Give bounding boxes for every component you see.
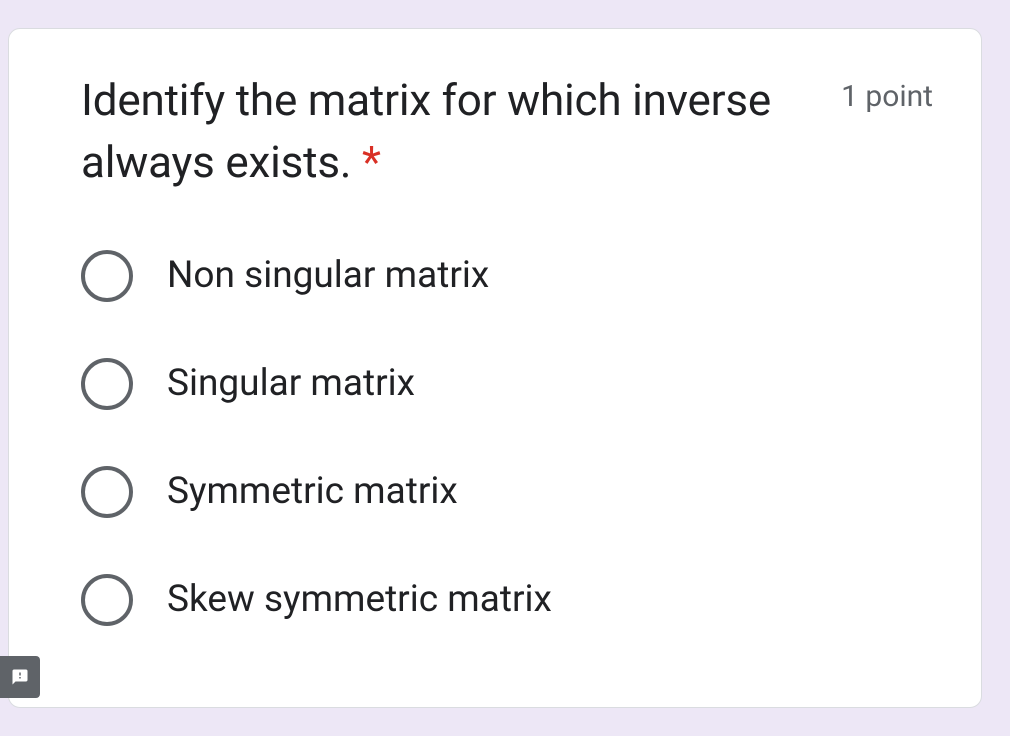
radio-icon xyxy=(81,466,133,518)
question-prompt: Identify the matrix for which inverse al… xyxy=(81,74,771,188)
option-label: Non singular matrix xyxy=(167,254,489,297)
option-non-singular[interactable]: Non singular matrix xyxy=(81,250,933,302)
alert-icon xyxy=(11,668,29,686)
option-skew-symmetric[interactable]: Skew symmetric matrix xyxy=(81,574,933,626)
radio-icon xyxy=(81,358,133,410)
option-symmetric[interactable]: Symmetric matrix xyxy=(81,466,933,518)
option-label: Singular matrix xyxy=(167,362,415,405)
report-button[interactable] xyxy=(0,656,40,698)
question-text: Identify the matrix for which inverse al… xyxy=(81,69,841,194)
options-group: Non singular matrix Singular matrix Symm… xyxy=(81,250,933,626)
option-label: Symmetric matrix xyxy=(167,470,458,513)
required-asterisk: * xyxy=(362,136,381,188)
question-points: 1 point xyxy=(841,69,933,114)
option-label: Skew symmetric matrix xyxy=(167,578,552,621)
option-singular[interactable]: Singular matrix xyxy=(81,358,933,410)
question-header: Identify the matrix for which inverse al… xyxy=(81,69,933,194)
radio-icon xyxy=(81,250,133,302)
radio-icon xyxy=(81,574,133,626)
question-card: Identify the matrix for which inverse al… xyxy=(8,28,982,708)
